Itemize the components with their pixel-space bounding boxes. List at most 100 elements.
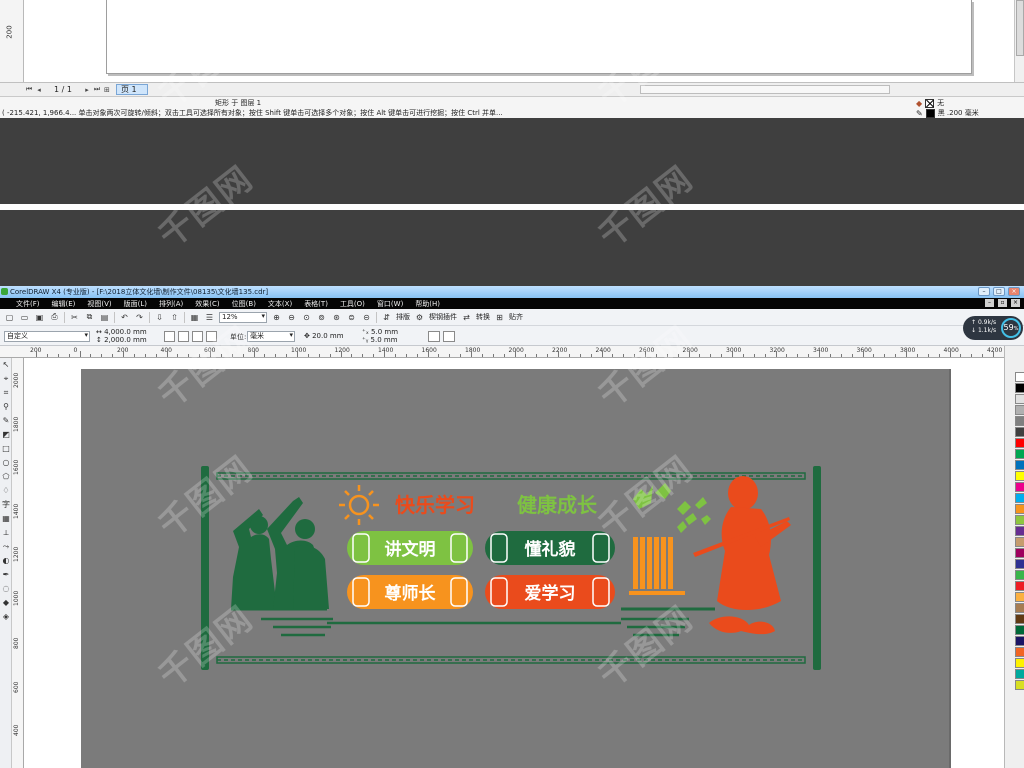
snap-label[interactable]: 贴齐 xyxy=(509,312,523,322)
dup-x-input[interactable]: 5.0 mm xyxy=(371,328,398,336)
last-page-icon[interactable]: ⏭ xyxy=(92,85,102,94)
plugin-label[interactable]: 楔钢插件 xyxy=(429,312,457,322)
text-tool-icon[interactable]: 字 xyxy=(0,498,12,512)
maximize-button[interactable]: □ xyxy=(993,287,1005,296)
rectangle-tool-icon[interactable]: □ xyxy=(0,442,12,456)
table-tool-icon[interactable]: ▦ xyxy=(0,512,12,526)
zoom-level-select[interactable]: 12% xyxy=(219,311,267,323)
app-launcher-icon[interactable]: ▦ xyxy=(189,312,200,323)
export-icon[interactable]: ⇧ xyxy=(169,312,180,323)
crop-tool-icon[interactable]: ⌗ xyxy=(0,386,12,400)
menu-effects[interactable]: 效果(C) xyxy=(195,299,219,309)
palette-swatch[interactable] xyxy=(1015,493,1024,503)
typeset-label[interactable]: 排版 xyxy=(396,312,410,322)
palette-swatch[interactable] xyxy=(1015,471,1024,481)
redo-icon[interactable]: ↷ xyxy=(134,312,145,323)
ellipse-tool-icon[interactable]: ○ xyxy=(0,456,12,470)
palette-swatch[interactable] xyxy=(1015,592,1024,602)
add-page-icon[interactable]: ⊞ xyxy=(102,86,112,94)
first-page-icon[interactable]: ⏮ xyxy=(24,85,34,94)
menu-view[interactable]: 视图(V) xyxy=(87,299,111,309)
nudge-input[interactable]: 20.0 mm xyxy=(312,332,343,340)
page-width-input[interactable]: 4,000.0 mm xyxy=(104,328,147,336)
palette-swatch[interactable] xyxy=(1015,559,1024,569)
outline-tool-icon[interactable]: ◌ xyxy=(0,582,12,596)
palette-swatch[interactable] xyxy=(1015,669,1024,679)
fill-indicator[interactable]: ◆ 无 xyxy=(916,98,944,108)
zoom-in-icon[interactable]: ⊕ xyxy=(271,312,282,323)
smart-fill-icon[interactable]: ◩ xyxy=(0,428,12,442)
next-page-icon[interactable]: ▸ xyxy=(82,86,92,94)
welcome-icon[interactable]: ☰ xyxy=(204,312,215,323)
menu-layout[interactable]: 版面(L) xyxy=(124,299,147,309)
basic-shapes-icon[interactable]: ♢ xyxy=(0,484,12,498)
palette-swatch[interactable] xyxy=(1015,625,1024,635)
menu-bitmaps[interactable]: 位图(B) xyxy=(232,299,256,309)
snap-icon[interactable]: ⊞ xyxy=(494,312,505,323)
pick-tool-icon[interactable]: ↖ xyxy=(0,358,12,372)
zoom-out-icon[interactable]: ⊖ xyxy=(286,312,297,323)
dup-y-input[interactable]: 5.0 mm xyxy=(371,336,398,344)
palette-swatch[interactable] xyxy=(1015,570,1024,580)
scrollbar-thumb[interactable] xyxy=(1016,0,1024,56)
palette-swatch[interactable] xyxy=(1015,438,1024,448)
menu-file[interactable]: 文件(F) xyxy=(16,299,40,309)
palette-swatch[interactable] xyxy=(1015,482,1024,492)
menu-edit[interactable]: 编辑(E) xyxy=(52,299,76,309)
paste-icon[interactable]: ▤ xyxy=(99,312,110,323)
page-preset-select[interactable]: 自定义 xyxy=(4,331,90,342)
convert-icon[interactable]: ⇄ xyxy=(461,312,472,323)
portrait-button[interactable] xyxy=(164,331,175,342)
prev-page-icon[interactable]: ◂ xyxy=(34,86,44,94)
palette-swatch[interactable] xyxy=(1015,416,1024,426)
doc-minimize-button[interactable]: – xyxy=(985,299,994,307)
palette-swatch[interactable] xyxy=(1015,515,1024,525)
menu-help[interactable]: 帮助(H) xyxy=(415,299,440,309)
menu-tools[interactable]: 工具(O) xyxy=(340,299,365,309)
import-icon[interactable]: ⇩ xyxy=(154,312,165,323)
palette-swatch[interactable] xyxy=(1015,526,1024,536)
eyedropper-icon[interactable]: ✒ xyxy=(0,568,12,582)
palette-swatch[interactable] xyxy=(1015,460,1024,470)
minimize-button[interactable]: – xyxy=(978,287,990,296)
current-page-button[interactable] xyxy=(206,331,217,342)
unit-select[interactable]: 毫米 xyxy=(247,331,295,342)
menu-window[interactable]: 窗口(W) xyxy=(377,299,403,309)
close-button[interactable]: × xyxy=(1008,287,1020,296)
nudge-distance[interactable]: ✥ 20.0 mm xyxy=(304,332,344,340)
page-height-input[interactable]: 2,000.0 mm xyxy=(104,336,147,344)
zoom-page-icon[interactable]: ⊛ xyxy=(331,312,342,323)
palette-swatch[interactable] xyxy=(1015,658,1024,668)
palette-swatch[interactable] xyxy=(1015,394,1024,404)
convert-label[interactable]: 转换 xyxy=(476,312,490,322)
undo-icon[interactable]: ↶ xyxy=(119,312,130,323)
palette-swatch[interactable] xyxy=(1015,614,1024,624)
open-icon[interactable]: ▭ xyxy=(19,312,30,323)
zoom-selected-icon[interactable]: ⊙ xyxy=(301,312,312,323)
blend-tool-icon[interactable]: ◐ xyxy=(0,554,12,568)
palette-swatch[interactable] xyxy=(1015,383,1024,393)
dimension-tool-icon[interactable]: ⟂ xyxy=(0,526,12,540)
horizontal-scrollbar[interactable] xyxy=(640,85,890,94)
landscape-button[interactable] xyxy=(178,331,189,342)
treat-as-filled-button[interactable] xyxy=(428,331,440,342)
zoom-width-icon[interactable]: ⊜ xyxy=(346,312,357,323)
menu-table[interactable]: 表格(T) xyxy=(304,299,328,309)
plugin-icon[interactable]: ⚙ xyxy=(414,312,425,323)
connector-tool-icon[interactable]: ⤳ xyxy=(0,540,12,554)
palette-swatch[interactable] xyxy=(1015,372,1024,382)
save-icon[interactable]: ▣ xyxy=(34,312,45,323)
copy-icon[interactable]: ⧉ xyxy=(84,312,95,323)
palette-swatch[interactable] xyxy=(1015,647,1024,657)
print-icon[interactable]: ⎙ xyxy=(49,312,60,323)
palette-swatch[interactable] xyxy=(1015,603,1024,613)
doc-close-button[interactable]: × xyxy=(1011,299,1020,307)
freehand-tool-icon[interactable]: ✎ xyxy=(0,414,12,428)
zoom-tool-icon[interactable]: ⚲ xyxy=(0,400,12,414)
palette-swatch[interactable] xyxy=(1015,581,1024,591)
zoom-all-icon[interactable]: ⊚ xyxy=(316,312,327,323)
typeset-icon[interactable]: ⇵ xyxy=(381,312,392,323)
interactive-fill-icon[interactable]: ◈ xyxy=(0,610,12,624)
draw-options-button[interactable] xyxy=(443,331,455,342)
doc-restore-button[interactable]: ▫ xyxy=(998,299,1007,307)
